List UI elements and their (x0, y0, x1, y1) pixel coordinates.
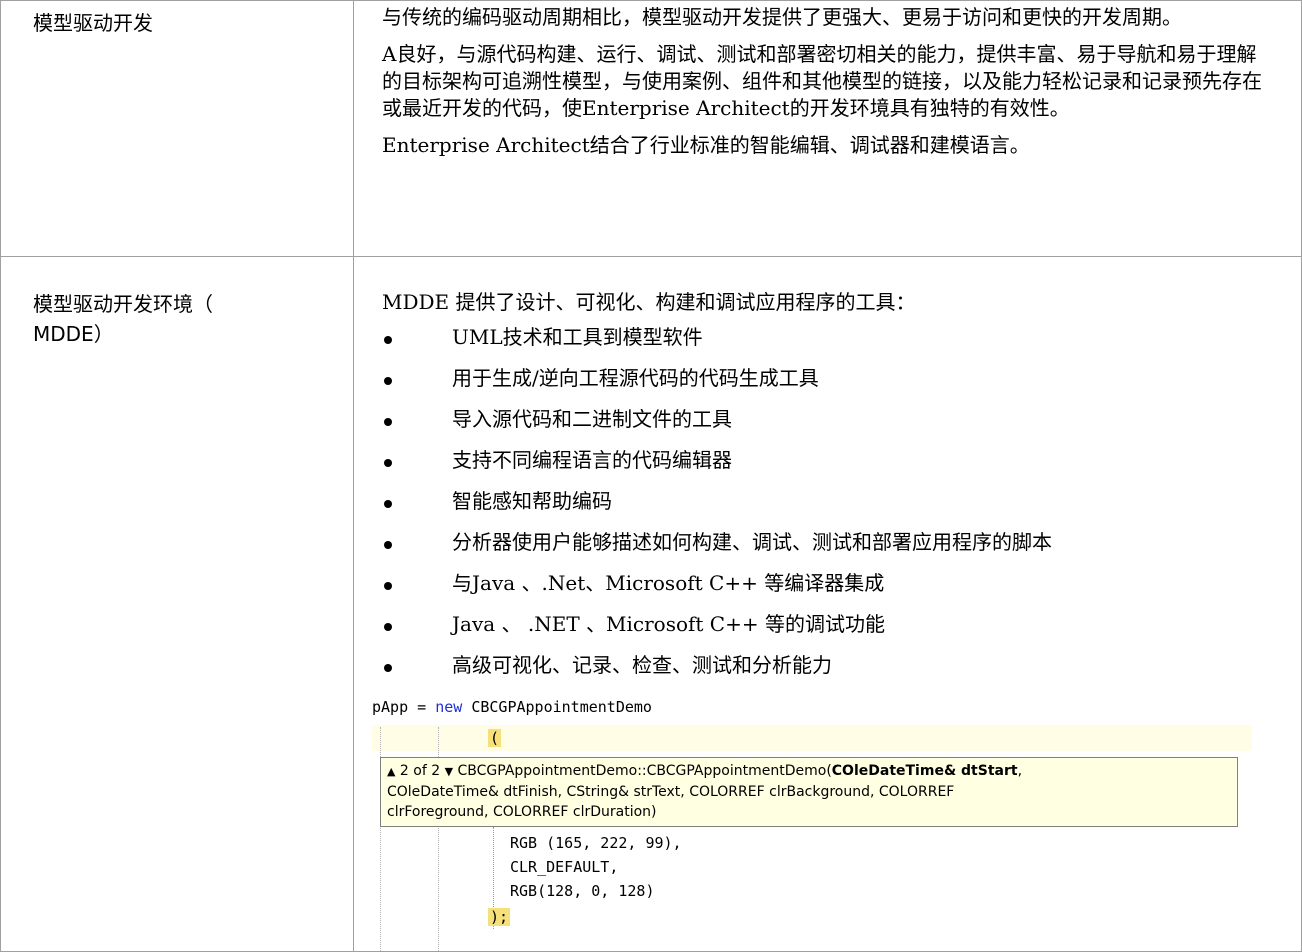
table-row: 模型驱动开发环境（ MDDE） MDDE 提供了设计、可视化、构建和调试应用程序… (0, 256, 1302, 952)
code-line: CLR_DEFAULT, (510, 858, 619, 876)
code-line: ); (488, 908, 511, 926)
bullet-icon (384, 582, 392, 590)
list-item: Java 、 .NET 、Microsoft C++ 等的调试功能 (382, 611, 1271, 652)
bullet-icon (384, 664, 392, 672)
bullet-icon (384, 336, 392, 344)
code-line: ( (488, 728, 502, 748)
feature-table: 模型驱动开发 与传统的编码驱动周期相比，模型驱动开发提供了更强大、更易于访问和更… (0, 0, 1302, 952)
bullet-icon (384, 541, 392, 549)
term-label: 模型驱动开发环境（ MDDE） (1, 257, 353, 349)
list-item: 与Java 、.Net、Microsoft C++ 等编译器集成 (382, 570, 1271, 611)
description-paragraph: 与传统的编码驱动周期相比，模型驱动开发提供了更强大、更易于访问和更快的开发周期。 (382, 5, 1182, 29)
term-label: 模型驱动开发 (33, 11, 153, 35)
list-item: 高级可视化、记录、检查、测试和分析能力 (382, 652, 1271, 693)
list-item: 分析器使用户能够描述如何构建、调试、测试和部署应用程序的脚本 (382, 529, 1271, 570)
term-label-line: 模型驱动开发环境（ (33, 292, 213, 316)
table-row: 模型驱动开发 与传统的编码驱动周期相比，模型驱动开发提供了更强大、更易于访问和更… (0, 0, 1302, 257)
overload-counter: 2 of 2 (399, 763, 441, 779)
parameter-info-tooltip: ▲ 2 of 2 ▼ CBCGPAppointmentDemo::CBCGPAp… (380, 757, 1238, 827)
bullet-icon (384, 623, 392, 631)
matched-paren: ( (488, 729, 502, 747)
bullet-icon (384, 377, 392, 385)
bullet-icon (384, 500, 392, 508)
code-line: RGB (165, 222, 99), (510, 834, 682, 852)
description-paragraph: A良好，与源代码构建、运行、调试、测试和部署密切相关的能力，提供丰富、易于导航和… (382, 42, 1262, 120)
code-keyword: new (435, 698, 463, 716)
next-overload-icon[interactable]: ▼ (445, 765, 453, 778)
description-intro: MDDE 提供了设计、可视化、构建和调试应用程序的工具： (382, 290, 916, 314)
list-item: UML技术和工具到模型软件 (382, 324, 1271, 365)
description-paragraph: Enterprise Architect结合了行业标准的智能编辑、调试器和建模语… (382, 133, 1030, 157)
list-item: 支持不同编程语言的代码编辑器 (382, 447, 1271, 488)
term-cell: 模型驱动开发环境（ MDDE） (0, 256, 354, 952)
code-editor-screenshot: pApp = new CBCGPAppointmentDemo ( ▲ 2 of… (372, 693, 1252, 951)
signature-text: COleDateTime& dtFinish, CString& strText… (387, 784, 955, 800)
term-cell: 模型驱动开发 (0, 0, 354, 257)
current-parameter: COleDateTime& dtStart (831, 763, 1018, 779)
list-item: 智能感知帮助编码 (382, 488, 1271, 529)
list-item: 用于生成/逆向工程源代码的代码生成工具 (382, 365, 1271, 406)
bullet-icon (384, 459, 392, 467)
signature-text: CBCGPAppointmentDemo::CBCGPAppointmentDe… (457, 763, 832, 779)
current-line-highlight (372, 725, 1252, 751)
term-label-line: MDDE） (33, 322, 114, 346)
previous-overload-icon[interactable]: ▲ (387, 765, 395, 778)
list-item: 导入源代码和二进制文件的工具 (382, 406, 1271, 447)
description-cell: 与传统的编码驱动周期相比，模型驱动开发提供了更强大、更易于访问和更快的开发周期。… (353, 0, 1302, 257)
bullet-icon (384, 418, 392, 426)
code-line: pApp = new CBCGPAppointmentDemo (372, 698, 652, 716)
code-line: RGB(128, 0, 128) (510, 882, 655, 900)
signature-text: clrForeground, COLORREF clrDuration) (387, 804, 657, 820)
description-cell: MDDE 提供了设计、可视化、构建和调试应用程序的工具： UML技术和工具到模型… (353, 256, 1302, 952)
feature-list: UML技术和工具到模型软件 用于生成/逆向工程源代码的代码生成工具 导入源代码和… (382, 324, 1271, 693)
